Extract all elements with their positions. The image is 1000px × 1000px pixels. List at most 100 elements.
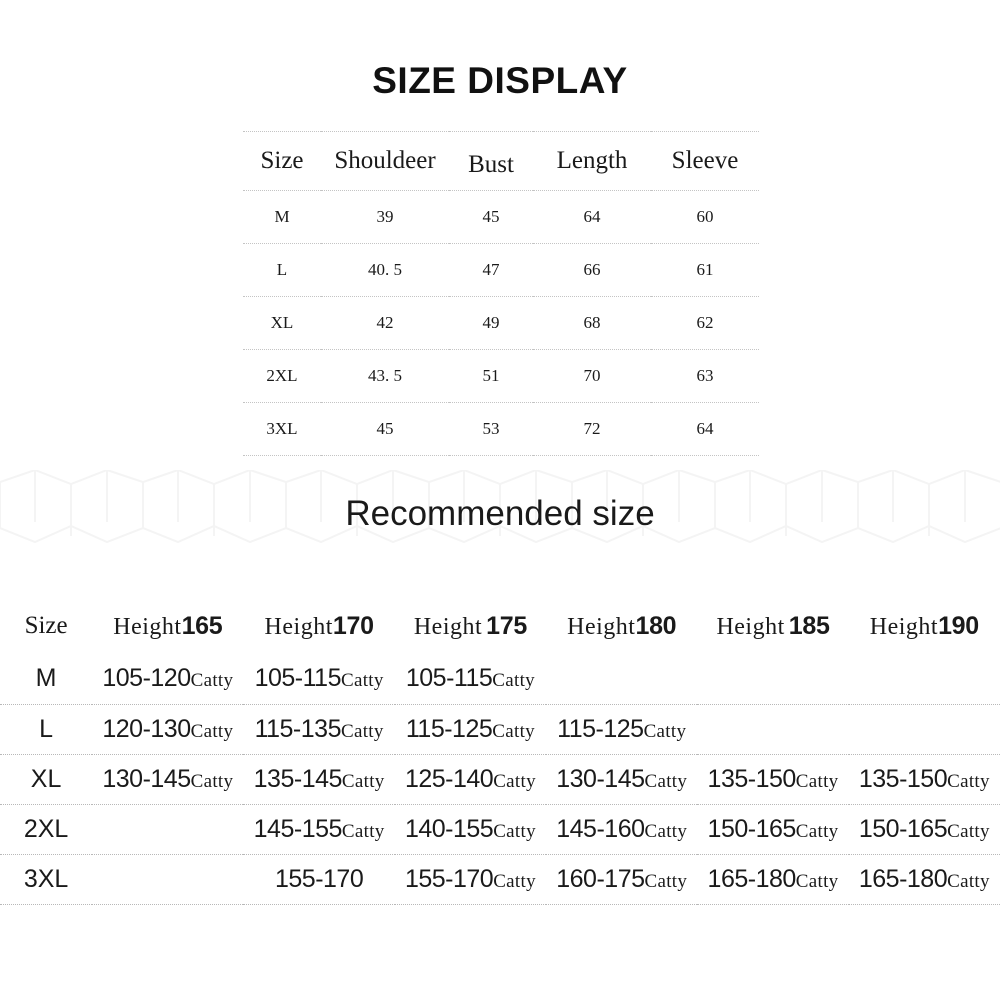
weight-unit: Catty [341,821,385,842]
cell-weight-range: 155-170Catty [394,854,547,905]
cell-length: 68 [533,296,651,350]
weight-range-number: 135-150 [707,765,797,793]
height-value: 170 [332,611,374,640]
table-row: 3XL 155-170 155-170Catty 160-175Catty 165-18… [0,854,1000,905]
cell-bust: 47 [449,243,533,297]
weight-range-number: 115-125 [557,715,644,743]
cell-weight-range: 140-155Catty [394,804,547,855]
weight-range-number: 105-115 [254,663,342,692]
cell-size: M [0,652,93,705]
weight-range-number: 135-145 [253,765,343,793]
height-value: 165 [181,611,223,640]
recommended-size-table: Size Height165 Height170 Height 175 Heig… [0,600,1000,905]
table-row: XL 130-145Catty 135-145Catty 125-140Catty 13… [0,754,1000,805]
cell-shoulder: 39 [321,190,449,244]
weight-range-number: 135-150 [858,765,948,793]
cell-sleeve: 62 [651,296,759,350]
height-value: 190 [938,611,979,640]
cell-length: 66 [533,243,651,297]
weight-range-value: 120-130Catty [92,715,243,744]
weight-range-number: 145-160 [556,815,645,843]
weight-range-value: 155-170 [243,865,394,894]
cell-bust: 45 [449,190,533,244]
weight-range-number: 150-165 [858,815,948,843]
weight-range-value: 135-150Catty [697,765,848,794]
size-label: XL [30,765,62,793]
size-chart-page: SIZE DISPLAY Size Shouldeer Bust Length … [0,0,1000,1000]
cell-size: 2XL [243,349,321,403]
weight-range-number: 160-175 [556,865,645,893]
weight-unit: Catty [190,771,234,792]
size-label: M [35,663,57,692]
weight-range-value: 145-160Catty [546,815,697,844]
height-value: 180 [635,611,677,640]
cell-weight-range: 135-145Catty [243,754,395,805]
cell-weight-range: 150-165Catty [697,804,849,855]
cell-length: 70 [533,349,651,403]
weight-unit: Catty [493,771,536,792]
weight-unit: Catty [341,771,385,792]
cell-shoulder: 43. 5 [321,349,449,403]
page-title: SIZE DISPLAY [372,60,628,101]
cell-size: XL [0,754,93,805]
cell-weight-range: 155-170 [243,854,395,905]
cell-bust: 53 [449,402,533,456]
table-row: M 105-120Catty 105-115Catty 105-115Catty [0,652,1000,705]
weight-range-value: 155-170Catty [395,865,546,894]
cell-sleeve: 60 [651,190,759,244]
cell-size: L [0,704,93,755]
height-word: Height [264,613,333,640]
table-header-row: Size Shouldeer Bust Length Sleeve [243,131,759,195]
weight-range-value: 105-115Catty [243,664,394,693]
weight-unit: Catty [190,721,234,742]
recommended-table-body: M 105-120Catty 105-115Catty 105-115Catty L 12… [0,652,1000,905]
weight-unit: Catty [644,821,688,842]
weight-range-value: 115-135Catty [243,715,394,744]
cell-shoulder: 42 [321,296,449,350]
weight-range-number: 105-120 [102,663,191,692]
weight-range-number: 140-155 [404,815,494,843]
height-word: Height [567,613,636,640]
cell-bust: 49 [449,296,533,350]
column-header-length: Length [533,131,651,191]
weight-range-value: 145-155Catty [243,815,394,844]
height-value: 185 [788,611,830,640]
cell-size: 3XL [0,854,93,905]
table-header-row: Size Height165 Height170 Height 175 Heig… [0,600,1000,652]
size-label: L [39,715,54,743]
cell-weight-range: 120-130Catty [92,704,244,755]
recommended-size-title: Recommended size [345,494,655,533]
weight-range-value: 135-150Catty [849,765,1000,794]
weight-range-number: 115-135 [254,715,342,743]
weight-range-number: 145-155 [253,815,343,843]
weight-range-value: 125-140Catty [395,765,546,794]
weight-range-value: 115-125Catty [546,715,697,744]
cell-sleeve: 63 [651,349,759,403]
height-word: Height [113,613,182,640]
cell-weight-range [546,652,698,705]
cell-weight-range: 165-180Catty [697,854,849,905]
cell-weight-range [92,854,244,905]
cell-sleeve: 64 [651,402,759,456]
cell-weight-range: 115-125Catty [394,704,547,755]
column-header-shoulder: Shouldeer [321,131,449,191]
cell-weight-range: 135-150Catty [848,754,1000,805]
weight-range-number: 125-140 [404,765,494,793]
weight-range-value: 140-155Catty [395,815,546,844]
column-header-bust: Bust [449,135,533,195]
column-header-height-175: Height 175 [395,600,546,652]
size-label: 2XL [23,815,69,843]
size-measurements-table: Size Shouldeer Bust Length Sleeve M 39 4… [243,131,759,456]
column-header-height-185: Height 185 [697,600,848,652]
cell-weight-range: 105-120Catty [92,652,244,705]
cell-weight-range: 105-115Catty [394,652,547,705]
cell-weight-range [848,704,1000,755]
column-header-size-label: Size [24,612,68,639]
weight-range-value: 165-180Catty [697,865,848,894]
cell-size: L [243,243,321,297]
size-measurements-table-wrap: Size Shouldeer Bust Length Sleeve M 39 4… [243,131,759,456]
height-word: Height [413,613,483,640]
weight-range-number: 165-180 [858,865,948,893]
size-label: 3XL [23,865,69,893]
weight-range-value: 115-125Catty [395,715,546,744]
